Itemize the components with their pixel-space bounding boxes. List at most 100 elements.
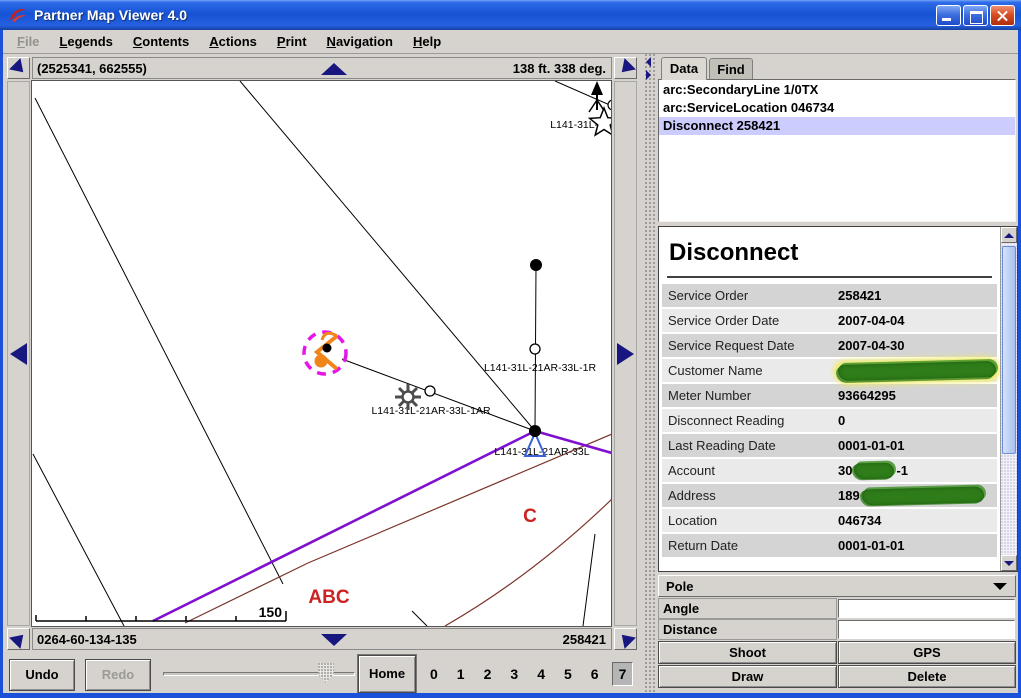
zoom-level-6[interactable]: 6 xyxy=(585,663,605,685)
lot-line xyxy=(35,98,283,584)
selected-disconnect-symbol[interactable] xyxy=(304,332,346,374)
zone-label-abc: ABC xyxy=(308,587,349,608)
tab-data[interactable]: Data xyxy=(661,57,707,80)
map-canvas: 150 L141-31L-21AR-33L-1R L141-31L-21AR-3… xyxy=(32,81,611,626)
app-logo-icon xyxy=(8,5,28,25)
pole-symbol xyxy=(529,425,541,437)
zoom-level-7-active[interactable]: 7 xyxy=(612,662,634,686)
delete-button[interactable]: Delete xyxy=(838,665,1016,688)
feature-type-dropdown[interactable]: Pole xyxy=(658,575,1016,597)
menu-legends[interactable]: Legends xyxy=(51,32,120,51)
pan-left-strip[interactable] xyxy=(7,81,30,626)
pan-down-right-button[interactable] xyxy=(614,628,637,650)
table-row: Return Date 0001-01-01 xyxy=(662,534,997,557)
zoom-level-5[interactable]: 5 xyxy=(558,663,578,685)
scroll-down-icon xyxy=(1004,561,1014,566)
window-title: Partner Map Viewer 4.0 xyxy=(34,7,187,23)
detail-scrollbar[interactable] xyxy=(1000,227,1017,571)
redacted-address xyxy=(862,486,984,505)
road-edge-line xyxy=(185,434,611,623)
table-row: Service Order 258421 xyxy=(662,284,997,307)
collapse-right-icon[interactable] xyxy=(646,70,651,80)
scroll-up-icon xyxy=(1004,233,1014,238)
close-button[interactable] xyxy=(990,5,1015,26)
distance-label: Distance xyxy=(658,619,837,640)
table-row: Location 046734 xyxy=(662,509,997,532)
titlebar: Partner Map Viewer 4.0 xyxy=(0,0,1021,30)
lot-line xyxy=(555,81,611,106)
pan-right-icon xyxy=(617,343,634,365)
scrollbar-thumb[interactable] xyxy=(1002,246,1016,454)
search-result-list: arc:SecondaryLine 1/0TX arc:ServiceLocat… xyxy=(658,79,1016,222)
list-item[interactable]: arc:SecondaryLine 1/0TX xyxy=(659,81,1015,99)
zoom-slider-thumb[interactable] xyxy=(318,663,334,683)
lot-line xyxy=(583,534,595,626)
map-viewport[interactable]: 150 L141-31L-21AR-33L-1R L141-31L-21AR-3… xyxy=(31,80,612,627)
pan-up-left-button[interactable] xyxy=(7,57,30,79)
list-item[interactable]: arc:ServiceLocation 046734 xyxy=(659,99,1015,117)
order-number-readout: 258421 xyxy=(563,632,606,647)
scroll-up-button[interactable] xyxy=(1001,227,1017,243)
pan-up-right-button[interactable] xyxy=(614,57,637,79)
pan-down-icon[interactable] xyxy=(321,634,347,646)
range-bearing-readout: 138 ft. 338 deg. xyxy=(513,61,606,76)
table-row: Address 189 xyxy=(662,484,997,507)
detail-table: Service Order 258421 Service Order Date … xyxy=(659,284,1000,557)
angle-input[interactable] xyxy=(838,599,1015,618)
pan-up-icon[interactable] xyxy=(321,63,347,75)
table-row: Customer Name xyxy=(662,359,997,382)
service-point-symbol xyxy=(608,100,611,110)
shoot-button[interactable]: Shoot xyxy=(658,641,837,664)
disconnect-flag-icon xyxy=(323,344,332,353)
detail-panel: Disconnect Service Order 258421 Service … xyxy=(658,226,1018,572)
menu-print[interactable]: Print xyxy=(269,32,315,51)
cursor-coordinates: (2525341, 662555) xyxy=(37,61,147,76)
lot-line xyxy=(33,454,124,626)
redacted-account xyxy=(854,462,894,479)
maximize-button[interactable] xyxy=(963,5,988,26)
undo-button[interactable]: Undo xyxy=(9,659,75,691)
table-row: Meter Number 93664295 xyxy=(662,384,997,407)
menu-contents[interactable]: Contents xyxy=(125,32,197,51)
zoom-level-2[interactable]: 2 xyxy=(478,663,498,685)
redo-button[interactable]: Redo xyxy=(85,659,151,691)
window-border xyxy=(0,30,3,698)
zoom-level-4[interactable]: 4 xyxy=(531,663,551,685)
distance-input[interactable] xyxy=(838,620,1015,639)
menu-navigation[interactable]: Navigation xyxy=(319,32,401,51)
zoom-level-0[interactable]: 0 xyxy=(424,663,444,685)
list-item-selected[interactable]: Disconnect 258421 xyxy=(659,117,1015,135)
pan-down-left-icon xyxy=(9,629,29,649)
collapse-left-icon[interactable] xyxy=(646,57,651,67)
angle-label: Angle xyxy=(658,598,837,619)
pan-left-icon xyxy=(10,343,27,365)
pole-symbol xyxy=(530,259,542,271)
zoom-level-1[interactable]: 1 xyxy=(451,663,471,685)
service-point-symbol xyxy=(425,386,435,396)
scroll-down-button[interactable] xyxy=(1001,555,1017,571)
minimize-button[interactable] xyxy=(936,5,961,26)
tab-find[interactable]: Find xyxy=(709,58,753,80)
redacted-customer-name xyxy=(838,360,996,380)
selection-halo xyxy=(304,332,346,374)
pan-up-right-icon xyxy=(616,58,636,78)
zoom-level-3[interactable]: 3 xyxy=(504,663,524,685)
draw-button[interactable]: Draw xyxy=(658,665,837,688)
table-row: Account 30-1 xyxy=(662,459,997,482)
pan-right-strip[interactable] xyxy=(614,81,637,626)
zone-label-c: C xyxy=(523,506,537,527)
pan-up-left-icon xyxy=(9,58,29,78)
gps-button[interactable]: GPS xyxy=(838,641,1016,664)
table-row: Service Request Date 2007-04-30 xyxy=(662,334,997,357)
app-window: Partner Map Viewer 4.0 File Legends Cont… xyxy=(0,0,1021,698)
panel-splitter[interactable] xyxy=(645,54,657,694)
table-row: Last Reading Date 0001-01-01 xyxy=(662,434,997,457)
menu-actions[interactable]: Actions xyxy=(201,32,265,51)
pan-down-left-button[interactable] xyxy=(7,628,30,650)
pan-down-right-icon xyxy=(616,629,636,649)
disconnect-flag-icon xyxy=(315,355,328,368)
service-point-symbol xyxy=(530,344,540,354)
menu-help[interactable]: Help xyxy=(405,32,449,51)
home-button[interactable]: Home xyxy=(358,655,416,693)
scale-bar-label: 150 xyxy=(259,604,283,620)
